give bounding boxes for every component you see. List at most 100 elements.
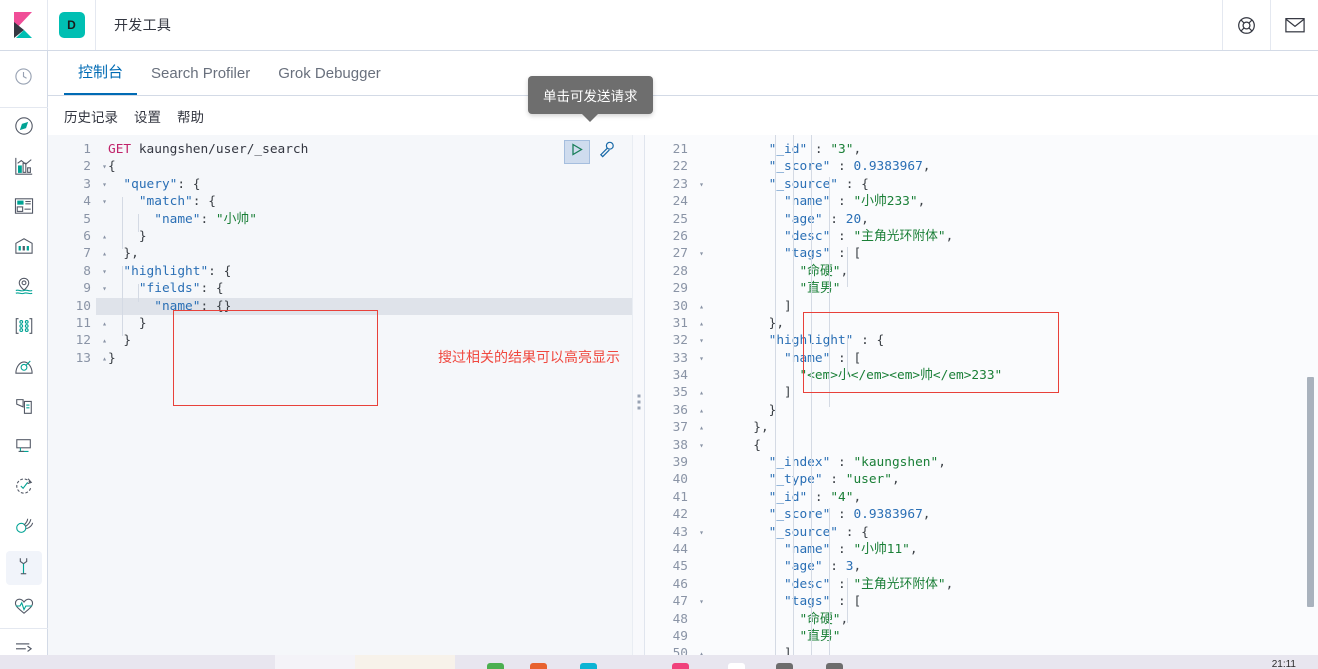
sidebar-item-uptime[interactable]: [0, 468, 48, 508]
taskbar-icon-cyan[interactable]: [580, 663, 597, 669]
gutter-line[interactable]: 1: [48, 141, 96, 158]
response-scrollbar[interactable]: [1307, 377, 1314, 607]
gutter-line[interactable]: 39: [645, 454, 693, 471]
taskbar-icon-white[interactable]: [728, 663, 745, 669]
help-button[interactable]: 帮助: [177, 106, 204, 126]
gutter-line[interactable]: 46: [645, 576, 693, 593]
taskbar-icon-gray[interactable]: [776, 663, 793, 669]
gutter-line[interactable]: 10: [48, 298, 96, 315]
mail-icon[interactable]: [1270, 0, 1318, 50]
gutter-line[interactable]: 43 ▾: [645, 524, 704, 541]
response-gutter[interactable]: 21 22 23 ▾ 24 25 26 27 ▾ 28 29 30 ▴ 31 ▴ 32 ▾ 33 ▾ 34 35 ▴ 36 ▴…: [645, 135, 704, 669]
gutter-line[interactable]: 33 ▾: [645, 350, 704, 367]
tab-console[interactable]: 控制台: [64, 61, 138, 95]
fold-arrow-icon[interactable]: ▴: [97, 350, 107, 367]
gutter-line[interactable]: 21: [645, 141, 693, 158]
sidebar-item-recently-viewed[interactable]: [0, 59, 48, 99]
tab-grok-debugger[interactable]: Grok Debugger: [264, 65, 395, 95]
fold-arrow-icon[interactable]: ▴: [97, 315, 107, 332]
gutter-line[interactable]: 49: [645, 628, 693, 645]
gutter-line[interactable]: 42: [645, 506, 693, 523]
lifebuoy-icon[interactable]: [1222, 0, 1270, 50]
gutter-line[interactable]: 4 ▾: [48, 193, 107, 210]
history-button[interactable]: 历史记录: [64, 106, 118, 126]
fold-arrow-icon[interactable]: ▴: [694, 315, 704, 332]
fold-arrow-icon[interactable]: ▴: [694, 419, 704, 436]
sidebar-item-apm[interactable]: [0, 428, 48, 468]
sidebar-item-dev-tools[interactable]: [0, 548, 48, 588]
gutter-line[interactable]: 8 ▾: [48, 263, 107, 280]
sidebar-item-discover[interactable]: [0, 108, 48, 148]
fold-arrow-icon[interactable]: ▾: [97, 158, 107, 175]
gutter-line[interactable]: 6 ▴: [48, 228, 107, 245]
fold-arrow-icon[interactable]: ▾: [694, 176, 704, 193]
taskbar-icon-gray2[interactable]: [826, 663, 843, 669]
fold-arrow-icon[interactable]: ▾: [97, 263, 107, 280]
sidebar-item-dashboard[interactable]: [0, 188, 48, 228]
sidebar-item-maps[interactable]: [0, 268, 48, 308]
fold-arrow-icon[interactable]: ▴: [694, 384, 704, 401]
space-badge[interactable]: D: [58, 12, 85, 38]
gutter-line[interactable]: 37 ▴: [645, 419, 704, 436]
gutter-line[interactable]: 47 ▾: [645, 593, 704, 610]
gutter-line[interactable]: 23 ▾: [645, 176, 704, 193]
fold-arrow-icon[interactable]: ▾: [694, 350, 704, 367]
fold-arrow-icon[interactable]: ▾: [694, 332, 704, 349]
gutter-line[interactable]: 36 ▴: [645, 402, 704, 419]
panel-resize-handle[interactable]: [632, 135, 645, 669]
sidebar-item-monitoring[interactable]: [0, 588, 48, 628]
gutter-line[interactable]: 7 ▴: [48, 245, 107, 262]
gutter-line[interactable]: 28: [645, 263, 693, 280]
sidebar-item-siem[interactable]: [0, 508, 48, 548]
request-editor[interactable]: 1 2 ▾ 3 ▾ 4 ▾ 5 6 ▴ 7 ▴ 8 ▾ 9 ▾ 10 11 ▴ 12 ▴ 13 ▴ GET kaungshe…: [48, 135, 632, 669]
fold-arrow-icon[interactable]: ▴: [97, 228, 107, 245]
gutter-line[interactable]: 26: [645, 228, 693, 245]
fold-arrow-icon[interactable]: ▴: [694, 402, 704, 419]
settings-button[interactable]: 设置: [134, 106, 161, 126]
gutter-line[interactable]: 35 ▴: [645, 384, 704, 401]
gutter-line[interactable]: 41: [645, 489, 693, 506]
gutter-line[interactable]: 22: [645, 158, 693, 175]
gutter-line[interactable]: 25: [645, 211, 693, 228]
gutter-line[interactable]: 38 ▾: [645, 437, 704, 454]
gutter-line[interactable]: 32 ▾: [645, 332, 704, 349]
gutter-line[interactable]: 2 ▾: [48, 158, 107, 175]
fold-arrow-icon[interactable]: ▴: [97, 332, 107, 349]
fold-arrow-icon[interactable]: ▾: [694, 245, 704, 262]
fold-arrow-icon[interactable]: ▾: [694, 593, 704, 610]
gutter-line[interactable]: 3 ▾: [48, 176, 107, 193]
gutter-line[interactable]: 13 ▴: [48, 350, 107, 367]
fold-arrow-icon[interactable]: ▾: [97, 280, 107, 297]
gutter-line[interactable]: 40: [645, 471, 693, 488]
sidebar-item-infrastructure[interactable]: [0, 348, 48, 388]
gutter-line[interactable]: 29: [645, 280, 693, 297]
request-gutter[interactable]: 1 2 ▾ 3 ▾ 4 ▾ 5 6 ▴ 7 ▴ 8 ▾ 9 ▾ 10 11 ▴ 12 ▴ 13 ▴: [48, 135, 107, 669]
fold-arrow-icon[interactable]: ▾: [97, 193, 107, 210]
fold-arrow-icon[interactable]: ▾: [97, 176, 107, 193]
gutter-line[interactable]: 44: [645, 541, 693, 558]
gutter-line[interactable]: 24: [645, 193, 693, 210]
gutter-line[interactable]: 34: [645, 367, 693, 384]
fold-arrow-icon[interactable]: ▾: [694, 437, 704, 454]
fold-arrow-icon[interactable]: ▴: [694, 298, 704, 315]
taskbar-icon-green[interactable]: [487, 663, 504, 669]
taskbar-icon-orange[interactable]: [530, 663, 547, 669]
gutter-line[interactable]: 9 ▾: [48, 280, 107, 297]
taskbar-icon-pink[interactable]: [672, 663, 689, 669]
gutter-line[interactable]: 45: [645, 558, 693, 575]
request-code[interactable]: GET kaungshen/user/_search { "query": { "…: [108, 135, 632, 669]
fold-arrow-icon[interactable]: ▴: [97, 245, 107, 262]
gutter-line[interactable]: 12 ▴: [48, 332, 107, 349]
gutter-line[interactable]: 5: [48, 211, 96, 228]
space-badge-wrap[interactable]: D: [48, 0, 96, 50]
gutter-line[interactable]: 31 ▴: [645, 315, 704, 332]
sidebar-item-canvas[interactable]: [0, 228, 48, 268]
response-editor[interactable]: 21 22 23 ▾ 24 25 26 27 ▾ 28 29 30 ▴ 31 ▴ 32 ▾ 33 ▾ 34 35 ▴ 36 ▴…: [645, 135, 1318, 669]
sidebar-item-logs[interactable]: [0, 388, 48, 428]
gutter-line[interactable]: 48: [645, 611, 693, 628]
request-wrench-button[interactable]: [594, 140, 618, 164]
gutter-line[interactable]: 30 ▴: [645, 298, 704, 315]
gutter-line[interactable]: 27 ▾: [645, 245, 704, 262]
sidebar-item-machine-learning[interactable]: [0, 308, 48, 348]
kibana-logo[interactable]: [0, 0, 48, 50]
